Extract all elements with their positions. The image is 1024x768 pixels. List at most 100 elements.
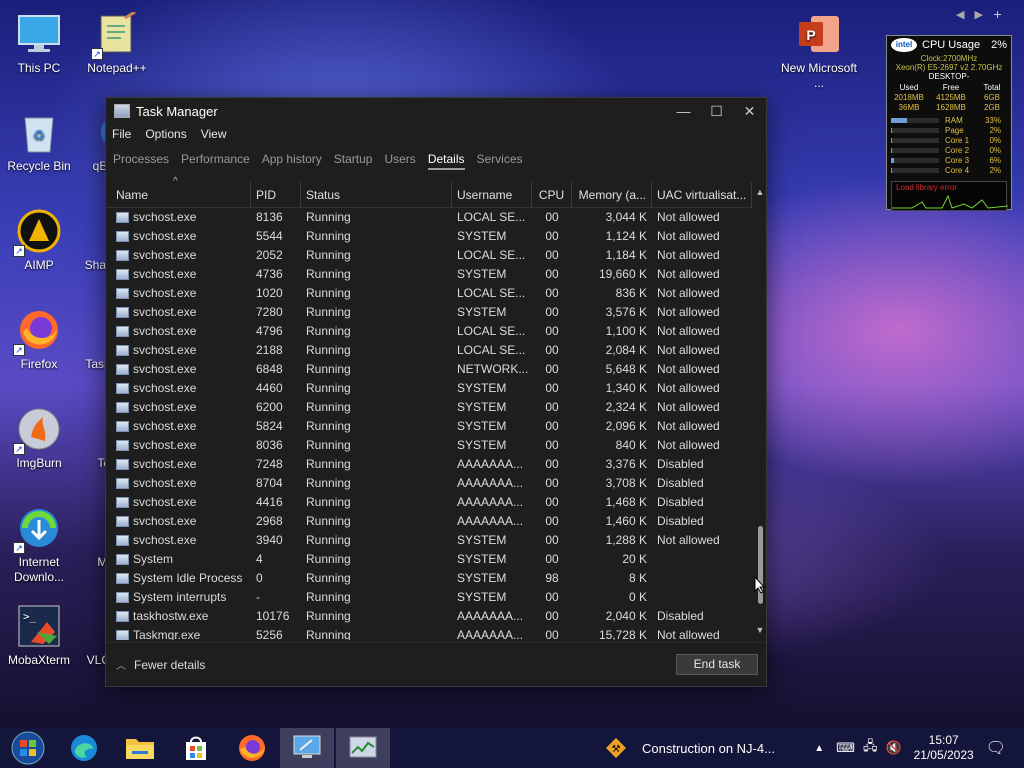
scroll-up-icon[interactable]: ▲: [754, 186, 766, 198]
table-row[interactable]: svchost.exe 4796 Running LOCAL SE... 00 1,100…: [106, 322, 752, 341]
desktop-icon-share[interactable]: Shar: [62, 207, 122, 273]
column-header-username[interactable]: Username: [452, 182, 532, 207]
minimize-button[interactable]: —: [667, 98, 700, 124]
tab-details[interactable]: Details: [427, 152, 465, 170]
table-row[interactable]: svchost.exe 8704 Running AAAAAAA... 00 3,708 …: [106, 474, 752, 493]
taskbar-firefox[interactable]: [224, 728, 280, 768]
table-row[interactable]: System Idle Process 0 Running SYSTEM 98 8 K: [106, 569, 752, 588]
process-name: svchost.exe: [133, 533, 197, 547]
svg-text:P: P: [806, 27, 815, 43]
cell-uac: Not allowed: [657, 628, 720, 640]
start-button[interactable]: [0, 728, 56, 768]
column-header-memory[interactable]: Memory (a...: [572, 182, 652, 207]
taskbar-clock[interactable]: 15:07 21/05/2023: [914, 733, 974, 763]
process-icon: [116, 288, 129, 299]
table-row[interactable]: svchost.exe 4736 Running SYSTEM 00 19,660 K No…: [106, 265, 752, 284]
desktop-icon-te[interactable]: Te: [62, 405, 122, 471]
table-row[interactable]: svchost.exe 4460 Running SYSTEM 00 1,340 K Not…: [106, 379, 752, 398]
cell-uac: [652, 569, 752, 588]
column-header-status[interactable]: Status: [301, 182, 452, 207]
process-list[interactable]: svchost.exe 8136 Running LOCAL SE... 00 3,044…: [106, 208, 752, 640]
cpu-usage-gadget[interactable]: intel CPU Usage 2% Clock:2700MHz Xeon(R)…: [886, 35, 1012, 211]
column-header-name[interactable]: Name: [106, 182, 251, 207]
table-row[interactable]: svchost.exe 4416 Running AAAAAAA... 00 1,468 …: [106, 493, 752, 512]
cell-username: LOCAL SE...: [457, 343, 526, 357]
cell-memory: 1,124 K: [605, 229, 647, 243]
title-bar[interactable]: Task Manager — ☐ ✕: [106, 98, 766, 124]
fewer-details-button[interactable]: ︿ Fewer details: [116, 657, 205, 673]
cell-uac: Not allowed: [657, 210, 720, 224]
cell-memory: 1,468 K: [605, 495, 647, 509]
tab-users[interactable]: Users: [384, 152, 415, 170]
table-row[interactable]: taskhostw.exe 10176 Running AAAAAAA... 00 2,0…: [106, 607, 752, 626]
tab-performance[interactable]: Performance: [181, 152, 250, 170]
device-icon[interactable]: ⌨: [836, 740, 855, 756]
table-row[interactable]: svchost.exe 8036 Running SYSTEM 00 840 K Not a…: [106, 436, 752, 455]
weather-notification[interactable]: ⚒ Construction on NJ-4...: [604, 728, 775, 768]
taskbar-remote-desktop[interactable]: [280, 728, 334, 768]
action-center-icon[interactable]: 🗨: [986, 738, 1006, 758]
table-row[interactable]: svchost.exe 7248 Running AAAAAAA... 00 3,376 …: [106, 455, 752, 474]
cell-memory: 1,184 K: [605, 248, 647, 262]
table-row[interactable]: svchost.exe 6200 Running SYSTEM 00 2,324 K Not…: [106, 398, 752, 417]
table-row[interactable]: svchost.exe 5544 Running SYSTEM 00 1,124 K Not…: [106, 227, 752, 246]
taskbar-edge[interactable]: [56, 728, 112, 768]
plus-icon[interactable]: +: [993, 8, 1002, 21]
taskbar: ⚒ Construction on NJ-4... ▲ ⌨ 🖧 🔇 15:07 …: [0, 728, 1024, 768]
desktop-icon-task[interactable]: Task: [62, 306, 122, 372]
process-icon: [116, 326, 129, 337]
table-row[interactable]: Taskmgr.exe 5256 Running AAAAAAA... 00 15,728…: [106, 626, 752, 640]
end-task-button[interactable]: End task: [676, 654, 758, 675]
desktop-icon-qbittorrent[interactable]: qBi: [60, 108, 121, 174]
table-row[interactable]: svchost.exe 7280 Running SYSTEM 00 3,576 K Not…: [106, 303, 752, 322]
tab-app-history[interactable]: App history: [262, 152, 322, 170]
show-hidden-icons-icon[interactable]: ▲: [814, 743, 824, 754]
cell-pid: 5256: [256, 628, 283, 640]
cell-status: Running: [306, 571, 351, 585]
desktop-icon-notepadpp[interactable]: ↗ Notepad++: [79, 10, 155, 76]
desktop-icon-powerpoint[interactable]: P New Microsoft ...: [780, 10, 858, 91]
scroll-down-icon[interactable]: ▼: [754, 624, 766, 636]
table-row[interactable]: svchost.exe 3940 Running SYSTEM 00 1,288 K Not…: [106, 531, 752, 550]
table-row[interactable]: svchost.exe 2188 Running LOCAL SE... 00 2,084…: [106, 341, 752, 360]
menu-file[interactable]: File: [112, 127, 131, 141]
table-row[interactable]: svchost.exe 5824 Running SYSTEM 00 2,096 K Not…: [106, 417, 752, 436]
maximize-button[interactable]: ☐: [700, 98, 733, 124]
cell-pid: 5544: [256, 229, 283, 243]
column-header-cpu[interactable]: CPU: [532, 182, 572, 207]
desktop-icon-vlc[interactable]: VLC: [62, 602, 122, 668]
gadget-graph-line: [892, 194, 1008, 209]
mouse-cursor-icon: [754, 576, 766, 594]
taskbar-file-explorer[interactable]: [112, 728, 168, 768]
tab-startup[interactable]: Startup: [334, 152, 373, 170]
process-icon: [116, 497, 129, 508]
table-row[interactable]: svchost.exe 6848 Running NETWORK... 00 5,648 …: [106, 360, 752, 379]
cell-name: svchost.exe: [106, 398, 251, 417]
network-icon[interactable]: 🖧: [863, 737, 878, 759]
taskbar-task-manager[interactable]: [336, 728, 390, 768]
window-controls: — ☐ ✕: [667, 98, 766, 124]
taskbar-store[interactable]: [168, 728, 224, 768]
column-header-pid[interactable]: PID: [251, 182, 301, 207]
desktop-icon-this-pc[interactable]: This PC: [1, 10, 77, 76]
chevron-left-icon[interactable]: ◀: [956, 8, 964, 21]
tab-processes[interactable]: Processes: [113, 152, 169, 170]
menu-view[interactable]: View: [201, 127, 227, 141]
desktop-icon-mi[interactable]: Mi: [62, 504, 122, 570]
cell-memory: 3,376 K: [605, 457, 647, 471]
table-row[interactable]: svchost.exe 1020 Running LOCAL SE... 00 836 K…: [106, 284, 752, 303]
menu-options[interactable]: Options: [145, 127, 186, 141]
close-button[interactable]: ✕: [733, 98, 766, 124]
volume-muted-icon[interactable]: 🔇: [885, 740, 901, 756]
column-header-uac[interactable]: UAC virtualisat...: [652, 182, 752, 207]
table-row[interactable]: svchost.exe 2968 Running AAAAAAA... 00 1,460 …: [106, 512, 752, 531]
table-row[interactable]: System interrupts - Running SYSTEM 00 0 K: [106, 588, 752, 607]
task-manager-window[interactable]: Task Manager — ☐ ✕ File Options View Pro…: [105, 97, 767, 687]
firefox-icon: ↗: [13, 306, 63, 356]
table-row[interactable]: svchost.exe 8136 Running LOCAL SE... 00 3,044…: [106, 208, 752, 227]
chevron-right-icon[interactable]: ▶: [974, 8, 982, 21]
vertical-scrollbar[interactable]: ▲ ▼: [754, 186, 766, 636]
table-row[interactable]: System 4 Running SYSTEM 00 20 K: [106, 550, 752, 569]
tab-services[interactable]: Services: [477, 152, 523, 170]
table-row[interactable]: svchost.exe 2052 Running LOCAL SE... 00 1,184…: [106, 246, 752, 265]
